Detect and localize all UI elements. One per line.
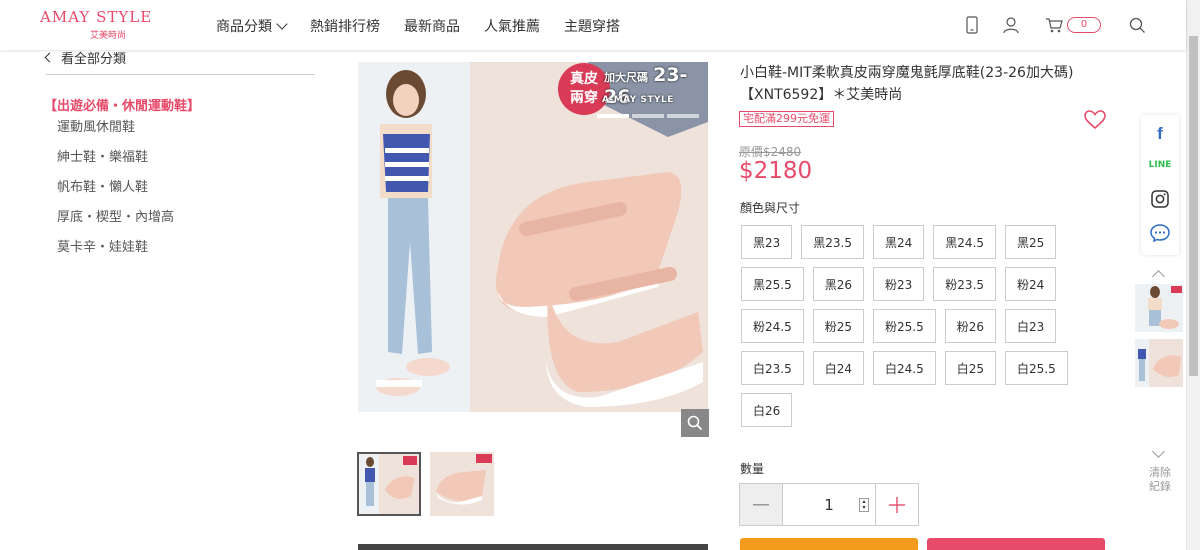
option-button[interactable]: 粉23.5 xyxy=(933,267,997,301)
spinner-icon[interactable]: ▴ ▾ xyxy=(859,498,869,512)
minus-icon xyxy=(753,503,769,505)
cart-count-badge: 0 xyxy=(1067,17,1101,33)
quantity-label: 數量 xyxy=(740,462,765,476)
sidebar-divider xyxy=(46,74,315,75)
social-rail: f LINE xyxy=(1141,115,1179,255)
nav-popular[interactable]: 人氣推薦 xyxy=(484,16,540,36)
heart-icon xyxy=(1084,110,1106,130)
logo-text: AMAY STYLE xyxy=(40,8,153,26)
page-scrollbar[interactable] xyxy=(1186,0,1200,550)
option-button[interactable]: 黑23 xyxy=(741,225,793,259)
sale-price: $2180 xyxy=(739,158,813,184)
video-strip xyxy=(358,544,708,550)
plus-icon xyxy=(889,496,905,513)
line-icon[interactable]: LINE xyxy=(1141,148,1179,182)
option-button[interactable]: 白25 xyxy=(944,351,997,385)
mobile-icon[interactable] xyxy=(962,16,982,34)
subcategory-item[interactable]: 莫卡辛・娃娃鞋 xyxy=(57,240,174,270)
shipping-tag: 宅配滿299元免運 xyxy=(739,111,834,127)
options-label: 顏色與尺寸 xyxy=(740,201,801,215)
option-button[interactable]: 黑26 xyxy=(812,267,865,301)
chevron-down-icon[interactable] xyxy=(1152,445,1165,458)
zoom-icon xyxy=(687,415,703,431)
recently-viewed-item[interactable] xyxy=(1135,284,1183,332)
quantity-input[interactable]: 1 ▴ ▾ xyxy=(783,484,875,525)
option-button[interactable]: 粉26 xyxy=(944,309,997,343)
option-button[interactable]: 黑25.5 xyxy=(741,267,804,301)
nav-new-arrivals[interactable]: 最新商品 xyxy=(404,16,460,36)
main-nav: 商品分類 熱銷排行榜 最新商品 人氣推薦 主題穿搭 xyxy=(216,16,644,36)
scrollbar-thumb[interactable] xyxy=(1189,36,1198,376)
recently-viewed-item[interactable] xyxy=(1135,339,1183,387)
option-button[interactable]: 白23.5 xyxy=(741,351,804,385)
option-row: 粉24.5 粉25 粉25.5 粉26 白23 xyxy=(741,309,1061,351)
slide-dot[interactable] xyxy=(597,114,629,118)
category-title[interactable]: 【出遊必備・休閒運動鞋】 xyxy=(44,95,200,114)
option-row: 黑25.5 黑26 粉23 粉23.5 粉24 xyxy=(741,267,1061,309)
option-button[interactable]: 粉23 xyxy=(873,267,925,301)
subcategory-item[interactable]: 帆布鞋・懶人鞋 xyxy=(57,180,174,210)
size-color-options: 黑23 黑23.5 黑24 黑24.5 黑25 黑25.5 黑26 粉23 粉2… xyxy=(741,225,1068,435)
favorite-button[interactable] xyxy=(1084,110,1106,134)
option-row: 白23.5 白24 白24.5 白25 白25.5 xyxy=(741,351,1068,393)
option-button[interactable]: 粉25.5 xyxy=(873,309,936,343)
banner-size-prefix: 加大尺碼 xyxy=(604,71,648,84)
quantity-increase-button[interactable] xyxy=(875,484,918,525)
add-to-cart-button[interactable] xyxy=(740,538,918,550)
option-button[interactable]: 黑24 xyxy=(873,225,925,259)
option-row: 白26 xyxy=(741,393,1061,435)
option-button[interactable]: 粉24 xyxy=(1005,267,1057,301)
option-button[interactable]: 黑25 xyxy=(1005,225,1057,259)
option-button[interactable]: 粉25 xyxy=(812,309,865,343)
site-logo[interactable]: AMAY STYLE 艾美時尚 xyxy=(40,6,151,44)
messenger-icon[interactable] xyxy=(1141,216,1179,250)
slide-dot[interactable] xyxy=(667,114,699,118)
all-categories-link[interactable]: 看全部分類 xyxy=(44,48,126,67)
cart-icon[interactable]: 0 xyxy=(1045,17,1101,33)
chevron-left-icon xyxy=(44,52,55,63)
quantity-decrease-button[interactable] xyxy=(740,484,783,525)
chevron-down-icon xyxy=(276,18,288,30)
slide-indicators xyxy=(597,114,699,118)
subcategory-item[interactable]: 運動風休閒鞋 xyxy=(57,120,174,150)
option-button[interactable]: 白24 xyxy=(812,351,865,385)
subcategory-item[interactable]: 紳士鞋・樂福鞋 xyxy=(57,150,174,180)
option-button[interactable]: 白25.5 xyxy=(1005,351,1068,385)
option-button[interactable]: 白26 xyxy=(741,393,793,427)
clear-history-button[interactable]: 清除紀錄 xyxy=(1148,466,1172,494)
chevron-up-icon[interactable] xyxy=(1152,270,1165,283)
quantity-stepper: 1 ▴ ▾ xyxy=(739,483,919,526)
subcategory-list: 運動風休閒鞋 紳士鞋・樂福鞋 帆布鞋・懶人鞋 厚底・楔型・內增高 莫卡辛・娃娃鞋 xyxy=(57,120,174,270)
thumbnail-1[interactable] xyxy=(357,452,421,516)
instagram-icon[interactable] xyxy=(1141,182,1179,216)
option-button[interactable]: 黑23.5 xyxy=(801,225,865,259)
site-header: AMAY STYLE 艾美時尚 商品分類 熱銷排行榜 最新商品 人氣推薦 主題穿… xyxy=(0,0,1186,50)
header-icons: 0 xyxy=(962,13,1146,37)
subcategory-item[interactable]: 厚底・楔型・內增高 xyxy=(57,210,174,240)
product-title: 小白鞋-MIT柔軟真皮兩穿魔鬼氈厚底鞋(23-26加大碼)【XNT6592】＊艾… xyxy=(740,65,1074,103)
slide-dot[interactable] xyxy=(632,114,664,118)
buy-now-button[interactable] xyxy=(927,538,1105,550)
search-icon[interactable] xyxy=(1129,17,1146,34)
genuine-leather-badge: 真皮 兩穿 xyxy=(558,63,610,115)
option-button[interactable]: 黑24.5 xyxy=(933,225,997,259)
zoom-button[interactable] xyxy=(681,409,709,437)
nav-themes[interactable]: 主題穿搭 xyxy=(564,16,620,36)
facebook-icon[interactable]: f xyxy=(1141,117,1179,151)
logo-subtitle: 艾美時尚 xyxy=(90,31,127,41)
nav-bestsellers[interactable]: 熱銷排行榜 xyxy=(310,16,380,36)
option-button[interactable]: 粉24.5 xyxy=(741,309,804,343)
user-icon[interactable] xyxy=(1001,16,1021,34)
nav-categories[interactable]: 商品分類 xyxy=(216,16,288,36)
option-row: 黑23 黑23.5 黑24 黑24.5 黑25 xyxy=(741,225,1061,267)
option-button[interactable]: 白23 xyxy=(1005,309,1057,343)
option-button[interactable]: 白24.5 xyxy=(873,351,936,385)
banner-brand: A-MAY STYLE xyxy=(602,95,674,105)
thumbnail-2[interactable] xyxy=(430,452,494,516)
